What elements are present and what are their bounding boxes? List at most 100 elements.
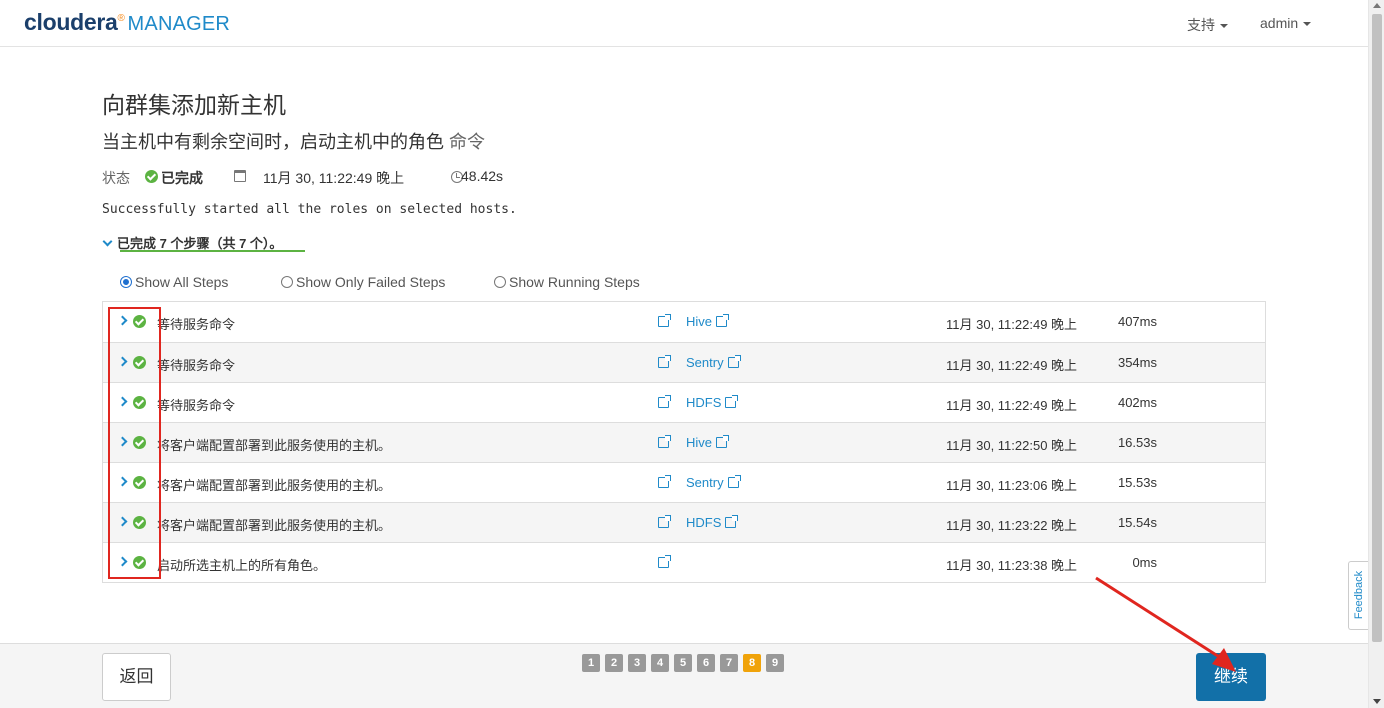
step-duration: 15.53s xyxy=(1117,475,1157,490)
step-description: 等待服务命令 xyxy=(157,358,236,373)
pager-step-9[interactable]: 9 xyxy=(766,654,784,672)
radio-unchecked-icon xyxy=(494,276,506,288)
user-menu-label: admin xyxy=(1260,15,1299,31)
step-description: 将客户端配置部署到此服务使用的主机。 xyxy=(157,438,392,453)
steps-table: 等待服务命令 Hive 11月 30, 11:22:49 晚上 407ms 等待… xyxy=(102,301,1266,583)
start-time: 11月 30, 11:22:49 晚上 xyxy=(263,170,405,186)
step-time: 11月 30, 11:22:50 晚上 xyxy=(946,438,1078,453)
pager-step-5[interactable]: 5 xyxy=(674,654,692,672)
step-duration: 16.53s xyxy=(1117,435,1157,450)
step-description: 将客户端配置部署到此服务使用的主机。 xyxy=(157,478,392,493)
status-value: 已完成 xyxy=(161,170,203,186)
step-time: 11月 30, 11:23:06 晚上 xyxy=(946,478,1078,493)
command-status-row: 状态 已完成 11月 30, 11:22:49 晚上 48.42s xyxy=(102,168,503,188)
step-row[interactable]: 将客户端配置部署到此服务使用的主机。 Sentry 11月 30, 11:23:… xyxy=(103,462,1265,502)
external-link-icon[interactable] xyxy=(658,555,671,568)
page: { "header": { "logo_brand": "cloudera", … xyxy=(0,0,1384,708)
filter-all-steps-label: Show All Steps xyxy=(135,274,229,290)
result-message: Successfully started all the roles on se… xyxy=(102,202,517,217)
steps-summary: 已完成 7 个步骤（共 7 个）。 xyxy=(117,236,283,251)
pager-step-3[interactable]: 3 xyxy=(628,654,646,672)
external-link-icon xyxy=(716,435,730,448)
command-title: 当主机中有剩余空间时，启动主机中的角色 命令 xyxy=(102,128,485,154)
page-title: 向群集添加新主机 xyxy=(102,92,286,118)
filter-running-steps-radio[interactable]: Show Running Steps xyxy=(494,274,640,290)
support-menu-label: 支持 xyxy=(1187,17,1215,33)
pager-step-7[interactable]: 7 xyxy=(720,654,738,672)
scroll-down-arrow-icon[interactable] xyxy=(1373,699,1381,704)
logo-brand: cloudera xyxy=(24,9,118,35)
step-description: 等待服务命令 xyxy=(157,398,236,413)
step-service-link[interactable]: HDFS xyxy=(686,395,739,410)
step-time: 11月 30, 11:23:38 晚上 xyxy=(946,558,1078,573)
step-duration: 407ms xyxy=(1117,314,1157,329)
step-service-name: Sentry xyxy=(686,475,724,490)
step-service-link[interactable]: HDFS xyxy=(686,515,739,530)
step-duration: 0ms xyxy=(1132,555,1157,570)
command-name: 当主机中有剩余空间时，启动主机中的角色 xyxy=(102,132,444,152)
step-row[interactable]: 等待服务命令 HDFS 11月 30, 11:22:49 晚上 402ms xyxy=(103,382,1265,422)
pager-step-1[interactable]: 1 xyxy=(582,654,600,672)
step-service-link[interactable]: Hive xyxy=(686,435,730,450)
logo-registered-mark: ® xyxy=(117,13,125,25)
step-time: 11月 30, 11:22:49 晚上 xyxy=(946,317,1078,332)
success-check-icon xyxy=(145,170,158,183)
pager-step-8-current[interactable]: 8 xyxy=(743,654,761,672)
calendar-icon xyxy=(234,170,246,182)
external-link-icon xyxy=(716,314,730,327)
chevron-down-icon xyxy=(102,236,113,247)
step-duration: 402ms xyxy=(1117,395,1157,410)
step-service-name: HDFS xyxy=(686,515,722,530)
radio-checked-icon xyxy=(120,276,132,288)
step-time: 11月 30, 11:22:49 晚上 xyxy=(946,398,1078,413)
logo-product: MANAGER xyxy=(127,13,231,35)
pager-step-2[interactable]: 2 xyxy=(605,654,623,672)
step-time: 11月 30, 11:23:22 晚上 xyxy=(946,518,1078,533)
step-service-link[interactable]: Hive xyxy=(686,314,730,329)
step-service-name: Sentry xyxy=(686,355,724,370)
filter-running-steps-label: Show Running Steps xyxy=(509,274,640,290)
external-link-icon[interactable] xyxy=(658,515,671,528)
filter-failed-steps-label: Show Only Failed Steps xyxy=(296,274,446,290)
external-link-icon[interactable] xyxy=(658,355,671,368)
step-row[interactable]: 等待服务命令 Sentry 11月 30, 11:22:49 晚上 354ms xyxy=(103,342,1265,382)
vertical-scrollbar[interactable] xyxy=(1368,0,1384,708)
cloudera-manager-logo[interactable]: cloudera® MANAGER xyxy=(24,9,230,36)
scrollbar-thumb[interactable] xyxy=(1372,14,1382,642)
external-link-icon[interactable] xyxy=(658,435,671,448)
external-link-icon[interactable] xyxy=(658,395,671,408)
steps-summary-underline xyxy=(120,250,305,252)
support-menu[interactable]: 支持 xyxy=(1187,15,1228,35)
external-link-icon xyxy=(727,355,741,368)
feedback-tab[interactable]: Feedback xyxy=(1348,561,1368,630)
caret-down-icon xyxy=(1220,24,1228,29)
external-link-icon xyxy=(725,395,739,408)
user-menu[interactable]: admin xyxy=(1260,15,1312,31)
pager-step-4[interactable]: 4 xyxy=(651,654,669,672)
external-link-icon[interactable] xyxy=(658,475,671,488)
pager-step-6[interactable]: 6 xyxy=(697,654,715,672)
step-row[interactable]: 将客户端配置部署到此服务使用的主机。 Hive 11月 30, 11:22:50… xyxy=(103,422,1265,462)
top-navbar: cloudera® MANAGER 支持 admin xyxy=(0,0,1368,47)
external-link-icon[interactable] xyxy=(658,314,671,327)
annotation-highlight-box xyxy=(108,307,161,579)
status-label: 状态 xyxy=(102,170,130,186)
external-link-icon xyxy=(725,515,739,528)
feedback-label: Feedback xyxy=(1353,570,1365,620)
radio-unchecked-icon xyxy=(281,276,293,288)
filter-all-steps-radio[interactable]: Show All Steps xyxy=(120,274,228,290)
step-service-name: HDFS xyxy=(686,395,722,410)
step-description: 等待服务命令 xyxy=(157,317,236,332)
step-row[interactable]: 将客户端配置部署到此服务使用的主机。 HDFS 11月 30, 11:23:22… xyxy=(103,502,1265,542)
external-link-icon xyxy=(727,475,741,488)
scroll-up-arrow-icon[interactable] xyxy=(1373,3,1381,8)
step-service-name: Hive xyxy=(686,314,713,329)
filter-failed-steps-radio[interactable]: Show Only Failed Steps xyxy=(281,274,445,290)
step-service-link[interactable]: Sentry xyxy=(686,355,741,370)
step-service-name: Hive xyxy=(686,435,713,450)
step-description: 启动所选主机上的所有角色。 xyxy=(157,558,327,573)
step-service-link[interactable]: Sentry xyxy=(686,475,741,490)
steps-collapse-toggle[interactable]: 已完成 7 个步骤（共 7 个）。 xyxy=(102,233,305,252)
back-button[interactable]: 返回 xyxy=(102,653,171,701)
step-row[interactable]: 等待服务命令 Hive 11月 30, 11:22:49 晚上 407ms xyxy=(103,302,1265,342)
